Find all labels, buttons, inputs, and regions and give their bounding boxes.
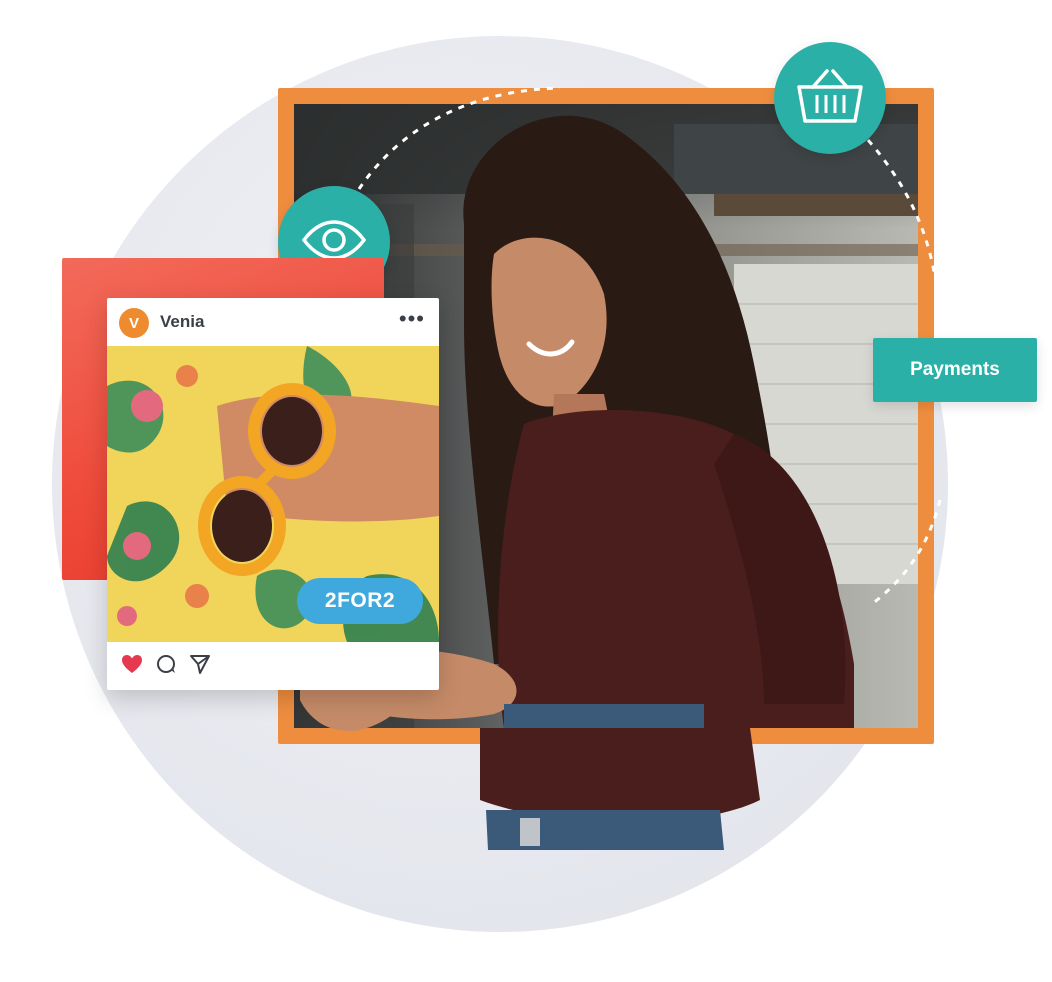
social-post-card: V Venia ••• 2FOR2 [107, 298, 439, 690]
send-icon[interactable] [189, 653, 211, 680]
payments-tag: Payments [873, 338, 1037, 402]
post-image-sunglasses: 2FOR2 [107, 346, 439, 642]
post-action-bar [121, 653, 211, 679]
avatar: V [119, 308, 149, 338]
comment-icon[interactable] [155, 653, 177, 680]
basket-icon [795, 65, 865, 132]
post-header: V Venia ••• [107, 298, 439, 346]
heart-icon[interactable] [121, 654, 143, 679]
promo-code-badge: 2FOR2 [297, 578, 423, 624]
basket-badge [774, 42, 886, 154]
more-options-icon[interactable]: ••• [399, 308, 425, 330]
hero-illustration: V Venia ••• 2FOR2 Payments [0, 0, 1052, 982]
post-username: Venia [160, 312, 205, 331]
